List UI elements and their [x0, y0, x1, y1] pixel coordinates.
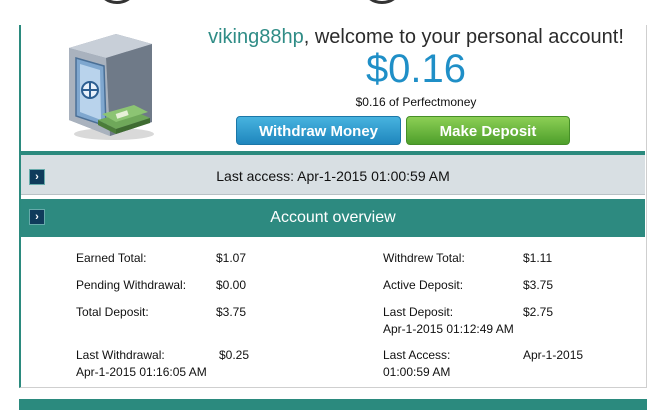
last-withdrawal-date: Apr-1-2015 01:16:05 AM — [76, 365, 207, 379]
total-deposit-value: $3.75 — [216, 305, 247, 319]
last-access-time: 01:00:59 AM — [383, 365, 451, 379]
pending-withdrawal-value: $0.00 — [216, 278, 247, 292]
last-access-text: Last access: Apr-1-2015 01:00:59 AM — [216, 168, 450, 184]
last-deposit-value: $2.75 — [523, 305, 554, 319]
footer-bar — [19, 399, 647, 410]
last-withdrawal-label: Last Withdrawal: — [76, 348, 165, 362]
account-header: viking88hp, welcome to your personal acc… — [21, 25, 645, 151]
balance-detail: $0.16 of Perfectmoney — [355, 95, 477, 109]
last-withdrawal-value: $0.25 — [219, 348, 250, 362]
last-deposit-label: Last Deposit: — [383, 305, 454, 319]
total-deposit-label: Total Deposit: — [76, 305, 149, 319]
account-overview-header[interactable]: › Account overview — [21, 199, 645, 237]
last-deposit-date: Apr-1-2015 01:12:49 AM — [383, 322, 514, 336]
earned-total-label: Earned Total: — [76, 251, 147, 265]
safe-icon — [69, 34, 154, 140]
earned-total-value: $1.07 — [216, 251, 247, 265]
account-overview-title: Account overview — [270, 209, 396, 226]
last-access-label: Last Access: — [383, 348, 451, 362]
top-decoration-left — [95, 0, 139, 4]
top-decoration-right — [360, 0, 404, 4]
make-deposit-button[interactable]: Make Deposit — [406, 116, 570, 145]
pending-withdrawal-label: Pending Withdrawal: — [76, 278, 187, 292]
withdrew-total-value: $1.11 — [523, 251, 553, 265]
active-deposit-label: Active Deposit: — [383, 278, 464, 292]
active-deposit-value: $3.75 — [523, 278, 554, 292]
withdrew-total-label: Withdrew Total: — [383, 251, 465, 265]
account-balance: $0.16 — [365, 47, 467, 91]
last-access-row: › Last access: Apr-1-2015 01:00:59 AM — [21, 155, 645, 195]
withdraw-money-button[interactable]: Withdraw Money — [236, 116, 401, 145]
last-access-date: Apr-1-2015 — [523, 348, 584, 362]
